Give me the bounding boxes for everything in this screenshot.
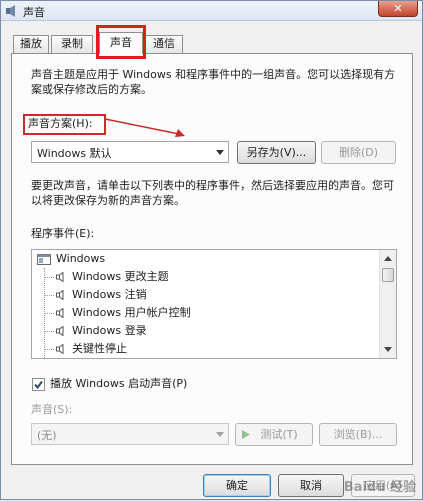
tab-playback[interactable]: 播放 <box>13 35 49 53</box>
windows-folder-icon <box>37 254 51 265</box>
tree-branch <box>44 349 54 350</box>
watermark: Baidu 经验 <box>343 480 416 495</box>
list-item[interactable]: Windows 注销 <box>32 286 380 304</box>
list-item-windows-group[interactable]: Windows <box>32 250 380 268</box>
sound-scheme-dropdown[interactable]: Windows 默认 <box>31 141 229 163</box>
list-item[interactable]: Windows 登录 <box>32 322 380 340</box>
scroll-thumb[interactable] <box>382 268 394 282</box>
chevron-down-icon <box>216 150 224 155</box>
ok-button[interactable]: 确定 <box>203 474 271 497</box>
window-title: 声音 <box>23 6 45 19</box>
instructions-line-2: 以将更改保存为新的声音方案。 <box>31 194 185 207</box>
speaker-icon <box>56 344 64 354</box>
description-line-1: 声音主题是应用于 Windows 和程序事件中的一组声音。您可以选择现有方 <box>31 68 396 81</box>
speaker-icon <box>56 308 64 318</box>
title-bar[interactable]: 声音 <box>1 1 422 21</box>
tab-communications[interactable]: 通信 <box>145 35 183 53</box>
tree-branch <box>44 277 54 278</box>
sound-value: (无) <box>37 429 57 442</box>
startup-sound-checkbox[interactable] <box>32 378 45 391</box>
tree-branch <box>44 295 54 296</box>
tree-branch <box>44 331 54 332</box>
list-item[interactable]: 关键性停止 <box>32 340 380 358</box>
tree-branch <box>44 313 54 314</box>
description-line-2: 案或保存修改后的方案。 <box>31 83 152 96</box>
delete-button[interactable]: 删除(D) <box>321 141 396 164</box>
play-icon <box>242 430 250 439</box>
sound-dialog: 声音 ✕ 播放 录制 声音 通信 声音主题是应用于 Windows 和程序事件中… <box>0 0 423 500</box>
event-label: 关键性停止 <box>72 342 127 355</box>
program-events-label: 程序事件(E): <box>31 227 95 240</box>
event-label: Windows 登录 <box>72 324 147 337</box>
event-label: Windows 用户帐户控制 <box>72 306 191 319</box>
chevron-down-icon <box>216 432 224 437</box>
instructions-line-1: 要更改声音，请单击以下列表中的程序事件，然后选择要应用的声音。您可 <box>31 179 394 192</box>
close-button[interactable]: ✕ <box>378 1 418 17</box>
startup-sound-label[interactable]: 播放 Windows 启动声音(P) <box>50 376 187 392</box>
event-label: Windows 注销 <box>72 288 147 301</box>
group-label: Windows <box>56 252 106 265</box>
save-as-button[interactable]: 另存为(V)... <box>237 141 316 164</box>
speaker-icon <box>56 272 64 282</box>
cancel-button[interactable]: 取消 <box>278 474 344 497</box>
speaker-icon <box>6 5 15 17</box>
scheme-label-highlight <box>23 114 106 135</box>
sound-dropdown[interactable]: (无) <box>31 423 229 445</box>
speaker-icon <box>56 290 64 300</box>
browse-button[interactable]: 浏览(B)... <box>319 423 397 446</box>
tab-recording[interactable]: 录制 <box>51 35 93 53</box>
list-scrollbar[interactable] <box>379 250 396 358</box>
event-label: Windows 更改主题 <box>72 270 169 283</box>
check-icon <box>34 380 43 390</box>
test-button[interactable]: 测试(T) <box>235 423 313 446</box>
test-button-label: 测试(T) <box>260 428 298 441</box>
program-events-list[interactable]: Windows Windows 更改主题 Windows 注销 Windows … <box>31 249 397 359</box>
list-item[interactable]: Windows 用户帐户控制 <box>32 304 380 322</box>
sound-label: 声音(S): <box>31 403 73 416</box>
tab-highlight-annotation <box>96 25 146 59</box>
scroll-up-icon[interactable] <box>380 251 396 267</box>
scroll-down-icon[interactable] <box>380 341 396 357</box>
list-item[interactable]: Windows 更改主题 <box>32 268 380 286</box>
speaker-icon <box>56 326 64 336</box>
sound-scheme-value: Windows 默认 <box>37 147 112 160</box>
